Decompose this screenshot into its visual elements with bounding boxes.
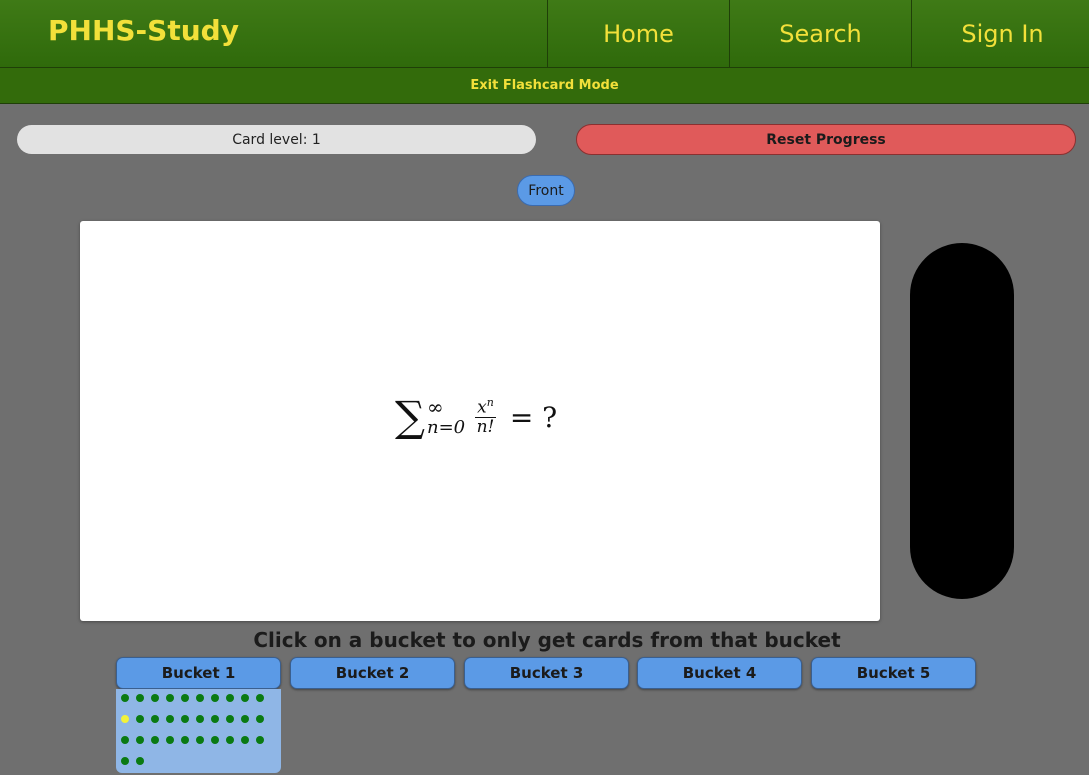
card-dot[interactable] [241,715,249,723]
exit-flashcard-mode-link[interactable]: Exit Flashcard Mode [470,78,618,93]
next-card-button[interactable] [910,243,1014,599]
card-dot[interactable] [166,715,174,723]
bucket-5-button[interactable]: Bucket 5 [811,657,976,689]
fraction-denominator: n! [476,417,495,438]
card-dot[interactable] [151,694,159,702]
nav-search-link[interactable]: Search [729,0,911,67]
card-dot[interactable] [151,736,159,744]
card-dot[interactable] [256,715,264,723]
fraction-numerator: xn [475,395,496,419]
flashcard-subbar: Exit Flashcard Mode [0,68,1089,104]
card-dot[interactable] [256,694,264,702]
sum-lower-limit: n=0 [426,417,466,438]
bucket-1-button[interactable]: Bucket 1 [116,657,281,689]
nav-home-link[interactable]: Home [547,0,729,67]
fraction: xn n! [475,395,496,438]
card-formula: ∑ ∞ n=0 xn n! = ? [395,396,557,438]
card-dot[interactable] [136,757,144,765]
card-dot[interactable] [211,715,219,723]
sigma-symbol: ∑ [395,392,425,441]
sum-upper-limit: ∞ [426,395,444,419]
card-dot[interactable] [211,694,219,702]
card-dot[interactable] [121,736,129,744]
bucket-2-button[interactable]: Bucket 2 [290,657,455,689]
bucket-4-button[interactable]: Bucket 4 [637,657,802,689]
card-dot[interactable] [151,715,159,723]
bucket-3-button[interactable]: Bucket 3 [464,657,629,689]
reset-progress-button[interactable]: Reset Progress [576,124,1076,155]
card-dot[interactable] [121,715,129,723]
card-dot[interactable] [121,694,129,702]
nav-menu: Home Search Sign In [547,0,1089,67]
card-dot[interactable] [181,736,189,744]
card-dot[interactable] [181,715,189,723]
equals-question: = ? [509,400,558,434]
card-dot[interactable] [181,694,189,702]
card-dot[interactable] [241,694,249,702]
card-dot[interactable] [166,694,174,702]
bucket-hint-text: Click on a bucket to only get cards from… [253,628,841,652]
card-dot[interactable] [256,736,264,744]
card-dot[interactable] [196,694,204,702]
card-dot[interactable] [241,736,249,744]
card-dot[interactable] [196,715,204,723]
card-dot[interactable] [211,736,219,744]
card-dot[interactable] [226,694,234,702]
card-dot[interactable] [196,736,204,744]
card-side-toggle-button[interactable]: Front [517,175,575,206]
card-dot[interactable] [226,715,234,723]
top-navbar: PHHS-Study Home Search Sign In [0,0,1089,68]
card-dot[interactable] [121,757,129,765]
card-level-indicator: Card level: 1 [17,125,536,154]
card-dot[interactable] [136,715,144,723]
card-dot[interactable] [136,736,144,744]
card-dot[interactable] [166,736,174,744]
site-logo[interactable]: PHHS-Study [48,14,239,47]
sum-limits: ∞ n=0 [427,397,465,437]
card-dot[interactable] [226,736,234,744]
nav-sign-in-link[interactable]: Sign In [911,0,1089,67]
card-dot[interactable] [136,694,144,702]
bucket-1-cards-panel [116,689,281,773]
